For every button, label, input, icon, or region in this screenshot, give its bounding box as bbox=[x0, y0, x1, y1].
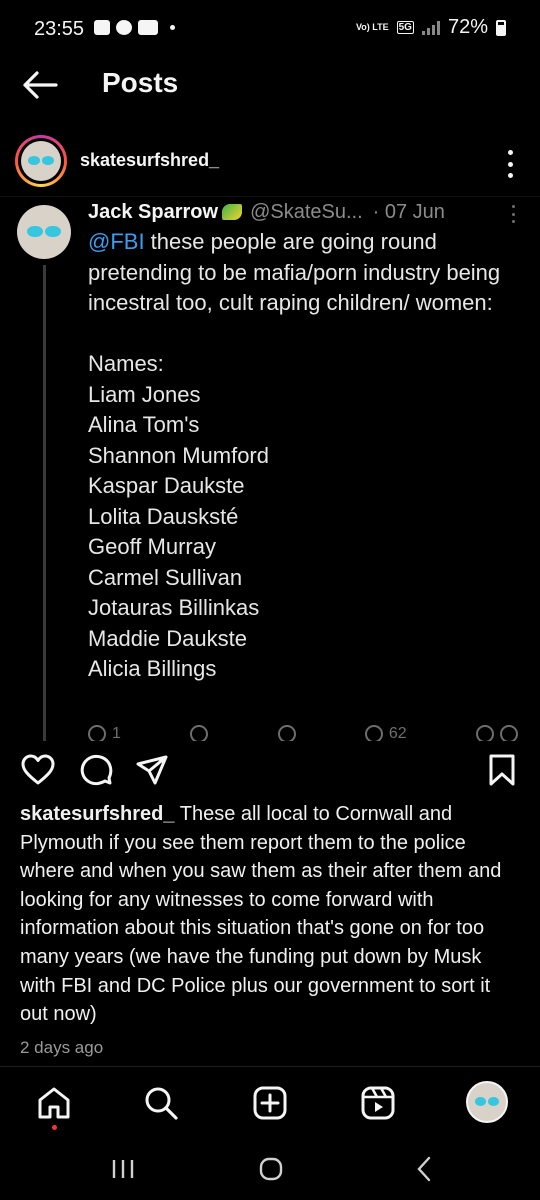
thread-line bbox=[43, 265, 46, 741]
recent-apps-icon bbox=[112, 1160, 134, 1178]
arrow-left-icon bbox=[23, 71, 58, 99]
tweet-header: Jack Sparrow @SkateSu... · 07 Jun bbox=[88, 201, 445, 224]
name-item: Geoff Murray bbox=[88, 534, 216, 559]
author-avatar[interactable] bbox=[15, 135, 67, 187]
views-count: 62 bbox=[388, 725, 407, 741]
facebook-icon bbox=[116, 20, 132, 35]
tweet-share bbox=[475, 725, 518, 741]
post-caption: skatesurfshred_ These all local to Cornw… bbox=[20, 800, 520, 1029]
comment-icon bbox=[80, 754, 113, 786]
heart-icon bbox=[21, 754, 55, 785]
network-5g-label: 5G bbox=[396, 21, 414, 34]
more-notifications-dot bbox=[170, 25, 175, 30]
like-icon bbox=[277, 725, 296, 741]
name-item: Alicia Billings bbox=[88, 656, 217, 681]
youtube-icon bbox=[138, 20, 158, 35]
parrot-emoji-icon bbox=[222, 204, 243, 220]
tweet-body-text: these people are going round pretending … bbox=[88, 229, 501, 315]
caption-text: These all local to Cornwall and Plymouth… bbox=[20, 803, 502, 1026]
post-timestamp: 2 days ago bbox=[20, 1038, 104, 1057]
tweet-display-name: Jack Sparrow bbox=[88, 201, 219, 223]
recent-apps-button[interactable] bbox=[108, 1154, 138, 1184]
tweet-reply: 1 bbox=[88, 725, 121, 741]
create-icon bbox=[253, 1086, 287, 1120]
profile-avatar bbox=[466, 1081, 508, 1123]
nav-create[interactable] bbox=[252, 1085, 288, 1121]
battery-icon bbox=[496, 19, 506, 36]
status-bar: 23:55 Vo) LTE 5G 72% bbox=[0, 0, 540, 60]
tweet-avatar-image bbox=[17, 205, 71, 259]
more-vertical-icon[interactable] bbox=[506, 150, 514, 178]
bookmark-icon bbox=[489, 754, 515, 786]
nav-reels[interactable] bbox=[360, 1085, 396, 1121]
chevron-left-icon bbox=[417, 1156, 431, 1182]
tweet-date: · 07 Jun bbox=[372, 201, 445, 223]
share-button[interactable] bbox=[134, 752, 170, 788]
top-header: Posts bbox=[0, 60, 540, 110]
name-item: Shannon Mumford bbox=[88, 442, 269, 468]
reply-count: 1 bbox=[112, 725, 121, 741]
tweet-mention: @FBI bbox=[88, 229, 145, 254]
save-button[interactable] bbox=[484, 752, 520, 788]
tweet-avatar bbox=[17, 205, 71, 259]
status-right: Vo) LTE 5G 72% bbox=[356, 16, 506, 39]
search-icon bbox=[145, 1087, 178, 1120]
names-list: Names: Liam Jones Alina Tom's Shannon Mu… bbox=[88, 349, 508, 685]
tweet-screenshot: Jack Sparrow @SkateSu... · 07 Jun @FBI the… bbox=[0, 196, 540, 741]
back-system-button[interactable] bbox=[410, 1154, 440, 1184]
like-button[interactable] bbox=[20, 752, 56, 788]
name-item: Liam Jones bbox=[88, 381, 201, 407]
caption-username[interactable]: skatesurfshred_ bbox=[20, 803, 175, 825]
status-time: 23:55 bbox=[34, 18, 85, 40]
nav-profile[interactable] bbox=[466, 1081, 508, 1123]
tweet-retweet bbox=[190, 725, 209, 741]
tweet-actions: 1 62 bbox=[88, 725, 518, 741]
share-icon bbox=[499, 725, 518, 741]
bookmark-small-icon bbox=[475, 725, 494, 741]
views-icon bbox=[364, 725, 383, 741]
name-item: Carmel Sullivan bbox=[88, 564, 243, 590]
post-action-bar bbox=[0, 748, 540, 792]
tweet-like bbox=[277, 725, 296, 741]
name-item: Alina Tom's bbox=[88, 412, 200, 437]
page-title: Posts bbox=[102, 67, 179, 98]
notification-dot bbox=[52, 1125, 57, 1130]
system-navigation-bar bbox=[0, 1140, 540, 1200]
names-header: Names: bbox=[88, 351, 164, 376]
nav-home[interactable] bbox=[36, 1085, 72, 1130]
send-icon bbox=[136, 755, 168, 785]
author-username[interactable]: skatesurfshred_ bbox=[80, 150, 219, 171]
name-item: Kaspar Daukste bbox=[88, 473, 245, 498]
signal-icon bbox=[421, 20, 440, 35]
battery-percent: 72% bbox=[447, 16, 488, 38]
tweet-handle: @SkateSu... bbox=[250, 201, 363, 223]
tweet-more-icon bbox=[512, 205, 516, 223]
reply-icon bbox=[88, 725, 106, 741]
name-item: Maddie Daukste bbox=[88, 625, 247, 651]
name-item: Jotauras Billinkas bbox=[88, 595, 260, 620]
post-author-row: skatesurfshred_ bbox=[0, 130, 540, 190]
bottom-nav bbox=[0, 1066, 540, 1137]
reels-icon bbox=[361, 1086, 395, 1120]
home-system-button[interactable] bbox=[256, 1154, 286, 1184]
tweet-views: 62 bbox=[364, 725, 407, 741]
nav-search[interactable] bbox=[143, 1085, 179, 1121]
status-notification-icons bbox=[94, 20, 175, 35]
retweet-icon bbox=[190, 725, 209, 741]
name-item: Lolita Dausksté bbox=[88, 503, 239, 529]
tweet-text: @FBI these people are going round preten… bbox=[88, 227, 508, 685]
avatar-image bbox=[21, 141, 61, 181]
home-circle-icon bbox=[259, 1157, 283, 1181]
back-button[interactable] bbox=[20, 68, 60, 102]
volte-label: Vo) LTE bbox=[355, 22, 389, 32]
comment-button[interactable] bbox=[78, 752, 114, 788]
home-icon bbox=[38, 1087, 70, 1119]
gallery-icon bbox=[94, 20, 110, 35]
